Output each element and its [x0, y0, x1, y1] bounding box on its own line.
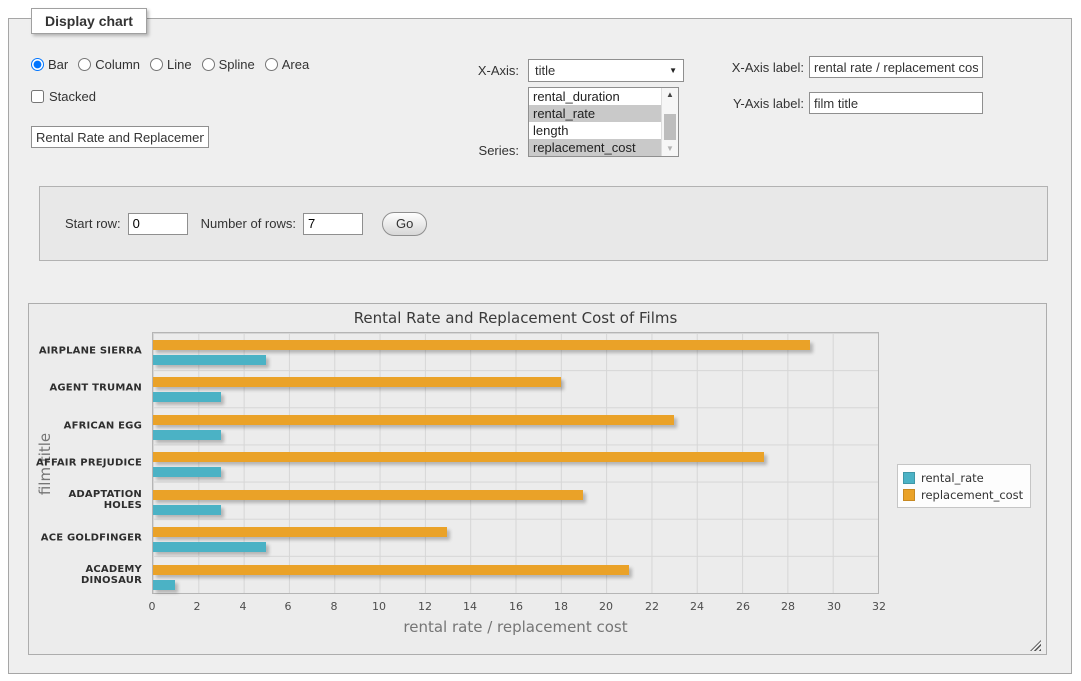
start-row-input[interactable]	[128, 213, 188, 235]
x-axis-label-input[interactable]	[809, 56, 983, 78]
chart-type-label-line: Line	[167, 57, 192, 72]
bar-replacement_cost	[153, 415, 674, 425]
series-option-rental_duration[interactable]: rental_duration	[529, 88, 661, 105]
start-row-label: Start row:	[65, 216, 121, 231]
legend-entry-rental_rate: rental_rate	[903, 469, 1023, 486]
series-options: rental_durationrental_ratelengthreplacem…	[529, 88, 661, 156]
x-tick-label: 28	[781, 600, 795, 613]
scrollbar-thumb[interactable]	[664, 114, 676, 140]
resize-handle-icon[interactable]	[1030, 640, 1041, 651]
bar-replacement_cost	[153, 340, 810, 350]
chart-type-option-spline[interactable]: Spline	[202, 57, 255, 72]
category-label: AIRPLANE SIERRA	[29, 346, 142, 357]
page: Display chart Bar Column Line Spline Area St…	[0, 0, 1081, 681]
chart-type-label-bar: Bar	[48, 57, 68, 72]
chart-type-option-column[interactable]: Column	[78, 57, 140, 72]
radio-area[interactable]	[265, 58, 278, 71]
x-tick-label: 18	[554, 600, 568, 613]
plot-area	[152, 332, 879, 594]
chart-panel: Rental Rate and Replacement Cost of Film…	[28, 303, 1047, 655]
bar-rental_rate	[153, 355, 266, 365]
radio-line[interactable]	[150, 58, 163, 71]
display-chart-fieldset: Display chart BarColumnLineSplineArea St…	[8, 18, 1072, 674]
x-tick-label: 2	[194, 600, 201, 613]
chart-legend: rental_rate replacement_cost	[897, 464, 1031, 508]
go-button[interactable]: Go	[382, 212, 427, 236]
x-tick-label: 16	[509, 600, 523, 613]
chart-type-option-bar[interactable]: Bar	[31, 57, 68, 72]
x-tick-label: 14	[463, 600, 477, 613]
bar-rental_rate	[153, 467, 221, 477]
stacked-label: Stacked	[49, 89, 96, 104]
radio-spline[interactable]	[202, 58, 215, 71]
legend-entry-replacement_cost: replacement_cost	[903, 486, 1023, 503]
series-option-length[interactable]: length	[529, 122, 661, 139]
x-axis-selected-value: title	[535, 63, 555, 78]
x-tick-label: 8	[331, 600, 338, 613]
stacked-checkbox[interactable]	[31, 90, 44, 103]
bar-rental_rate	[153, 580, 175, 590]
bar-rental_rate	[153, 392, 221, 402]
num-rows-label: Number of rows:	[201, 216, 296, 231]
scroll-down-icon[interactable]: ▼	[662, 142, 678, 156]
x-tick-label: 6	[285, 600, 292, 613]
series-option-rental_rate[interactable]: rental_rate	[529, 105, 661, 122]
y-axis-label-input[interactable]	[809, 92, 983, 114]
bar-replacement_cost	[153, 490, 583, 500]
bar-rental_rate	[153, 505, 221, 515]
x-axis-select-label: X-Axis:	[449, 63, 519, 78]
chart-type-label-area: Area	[282, 57, 309, 72]
series-list-label: Series:	[449, 143, 519, 158]
x-tick-label: 26	[736, 600, 750, 613]
x-tick-label: 10	[372, 600, 386, 613]
chart-type-option-line[interactable]: Line	[150, 57, 192, 72]
rows-panel: Start row: Number of rows: Go	[39, 186, 1048, 261]
legend-swatch-rental_rate	[903, 472, 915, 484]
category-label: AFRICAN EGG	[29, 421, 142, 432]
chart-title: Rental Rate and Replacement Cost of Film…	[152, 309, 879, 327]
x-tick-label: 12	[418, 600, 432, 613]
category-label: AFFAIR PREJUDICE	[29, 458, 142, 469]
stacked-checkbox-row: Stacked	[31, 89, 96, 104]
bar-replacement_cost	[153, 452, 764, 462]
chart-type-radio-group: Bar Column Line Spline Area	[31, 57, 309, 72]
category-label: ACADEMY DINOSAUR	[29, 564, 142, 586]
x-tick-label: 22	[645, 600, 659, 613]
bar-rental_rate	[153, 430, 221, 440]
x-axis-label-text: X-Axis label:	[649, 60, 804, 75]
radio-column[interactable]	[78, 58, 91, 71]
chart-x-axis-title: rental rate / replacement cost	[152, 618, 879, 636]
chart-type-label-column: Column	[95, 57, 140, 72]
bar-replacement_cost	[153, 527, 447, 537]
fieldset-legend: Display chart	[31, 8, 147, 34]
bar-rental_rate	[153, 542, 266, 552]
category-label: AGENT TRUMAN	[29, 383, 142, 394]
chart-title-input[interactable]	[31, 126, 209, 148]
y-axis-label-text: Y-Axis label:	[649, 96, 804, 111]
series-option-replacement_cost[interactable]: replacement_cost	[529, 139, 661, 156]
chart-type-label-spline: Spline	[219, 57, 255, 72]
x-tick-label: 32	[872, 600, 886, 613]
x-tick-label: 0	[149, 600, 156, 613]
category-label: ADAPTATION HOLES	[29, 489, 142, 511]
radio-bar[interactable]	[31, 58, 44, 71]
num-rows-input[interactable]	[303, 213, 363, 235]
x-tick-label: 4	[240, 600, 247, 613]
chart-type-option-area[interactable]: Area	[265, 57, 309, 72]
x-tick-label: 20	[599, 600, 613, 613]
x-tick-label: 30	[827, 600, 841, 613]
legend-label: replacement_cost	[921, 488, 1023, 502]
legend-swatch-replacement_cost	[903, 489, 915, 501]
bar-replacement_cost	[153, 377, 561, 387]
bar-replacement_cost	[153, 565, 629, 575]
x-tick-label: 24	[690, 600, 704, 613]
legend-label: rental_rate	[921, 471, 984, 485]
category-label: ACE GOLDFINGER	[29, 533, 142, 544]
